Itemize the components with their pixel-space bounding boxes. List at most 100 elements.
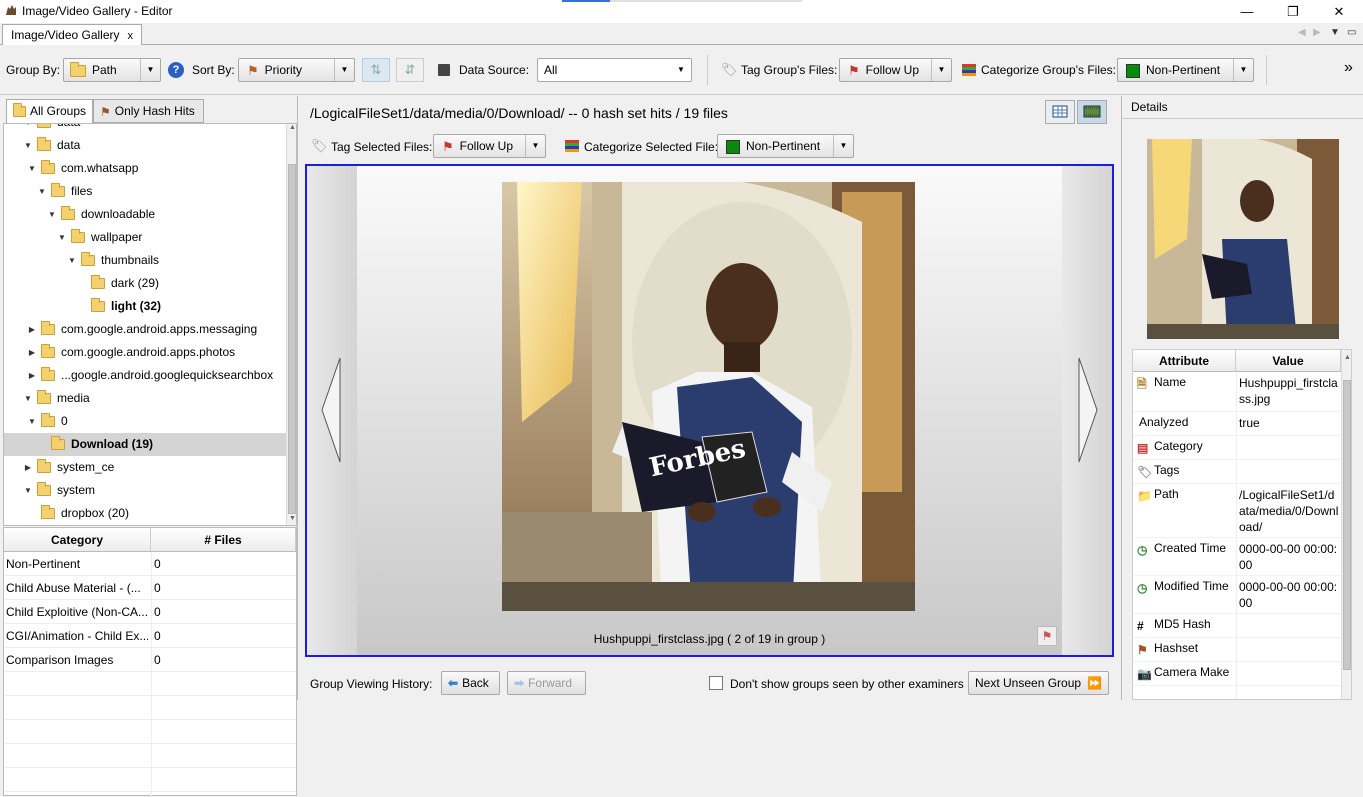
- collapse-toggle-icon[interactable]: ▼: [22, 387, 34, 410]
- tag-icon: 🏷: [311, 138, 328, 153]
- forward-button[interactable]: ➡ Forward: [507, 671, 586, 695]
- category-row[interactable]: Comparison Images 0: [4, 648, 296, 672]
- scroll-up-icon[interactable]: ▲: [289, 124, 296, 131]
- attribute-row[interactable]: # MD5 Hash: [1133, 614, 1341, 638]
- expand-toggle-icon[interactable]: ▶: [26, 364, 38, 387]
- data-source-select[interactable]: All ▼: [537, 58, 692, 82]
- tab-all-groups[interactable]: All Groups: [6, 99, 93, 123]
- tab-only-hash-hits[interactable]: ⚑ Only Hash Hits: [93, 99, 204, 123]
- sort-ascending-button[interactable]: ⇅: [362, 58, 390, 82]
- tree-node[interactable]: light (32): [4, 295, 296, 318]
- attribute-value: 0000-00-00 00:00:00: [1239, 542, 1338, 572]
- attribute-value: Hushpuppi_firstclass.jpg: [1239, 376, 1338, 406]
- collapse-toggle-icon[interactable]: ▼: [22, 124, 34, 134]
- back-button[interactable]: ⬅ Back: [441, 671, 500, 695]
- tree-node[interactable]: ▼ data: [4, 134, 296, 157]
- tree-node[interactable]: dark (29): [4, 272, 296, 295]
- category-row[interactable]: Child Exploitive (Non-CA... 0: [4, 600, 296, 624]
- tree-node[interactable]: ▼ files: [4, 180, 296, 203]
- toolbar-overflow-icon[interactable]: »: [1344, 59, 1353, 77]
- tree-node[interactable]: ▼ 0: [4, 410, 296, 433]
- expand-toggle-icon[interactable]: ▶: [22, 456, 34, 479]
- scroll-down-icon[interactable]: ▼: [289, 515, 296, 522]
- tree-node[interactable]: ▼ com.whatsapp: [4, 157, 296, 180]
- tree-node[interactable]: ▶ com.google.android.apps.messaging: [4, 318, 296, 341]
- file-tag-flag-icon[interactable]: ⚑: [1037, 626, 1057, 646]
- category-row[interactable]: CGI/Animation - Child Ex... 0: [4, 624, 296, 648]
- tree-node-label: files: [71, 184, 93, 198]
- dont-show-checkbox[interactable]: [709, 676, 723, 690]
- category-column-header[interactable]: Category: [4, 528, 151, 552]
- category-row[interactable]: Non-Pertinent 0: [4, 552, 296, 576]
- categorize-group-select[interactable]: Non-Pertinent ▼: [1117, 58, 1254, 82]
- tree-node[interactable]: ▼ thumbnails: [4, 249, 296, 272]
- attribute-row[interactable]: ◷ Modified Time 0000-00-00 00:00:00: [1133, 576, 1341, 614]
- collapse-toggle-icon[interactable]: ▼: [26, 157, 38, 180]
- next-unseen-group-button[interactable]: Next Unseen Group ⏩: [968, 671, 1109, 695]
- collapse-toggle-icon[interactable]: ▼: [56, 226, 68, 249]
- close-button[interactable]: ✕: [1316, 0, 1362, 23]
- tree-node[interactable]: dropbox (20): [4, 502, 296, 525]
- collapse-toggle-icon[interactable]: ▼: [66, 249, 78, 272]
- group-tree[interactable]: ▼ data ▼ data ▼ com.whatsapp ▼ files ▼ downloadab…: [3, 123, 297, 526]
- tab-list-icon[interactable]: ▼: [1330, 27, 1340, 38]
- attribute-row[interactable]: 🗎 Name Hushpuppi_firstclass.jpg: [1133, 372, 1341, 412]
- attribute-row[interactable]: ▤ Category: [1133, 436, 1341, 460]
- folder-icon: [41, 344, 55, 358]
- categorize-selected-select[interactable]: Non-Pertinent ▼: [717, 134, 854, 158]
- value-column-header[interactable]: Value: [1236, 350, 1341, 372]
- expand-toggle-icon[interactable]: ▶: [26, 318, 38, 341]
- tree-node[interactable]: ▼ system: [4, 479, 296, 502]
- tag-selected-select[interactable]: ⚑ Follow Up ▼: [433, 134, 546, 158]
- next-file-button[interactable]: [1062, 166, 1112, 655]
- attribute-row[interactable]: ◷ Created Time 0000-00-00 00:00:00: [1133, 538, 1341, 576]
- category-row[interactable]: Child Abuse Material - (... 0: [4, 576, 296, 600]
- photo-man-reading-forbes[interactable]: Forbes: [502, 182, 915, 611]
- tree-node[interactable]: ▶ ...google.android.googlequicksearchbox: [4, 364, 296, 387]
- folder-icon: [91, 275, 105, 289]
- attribute-row[interactable]: 🏷 Tags: [1133, 460, 1341, 484]
- tab-scroll-right-icon[interactable]: ▶: [1313, 27, 1321, 38]
- attribute-row[interactable]: 📷 Camera Make: [1133, 662, 1341, 686]
- attribute-row[interactable]: ⚑ Hashset: [1133, 638, 1341, 662]
- expand-toggle-icon[interactable]: ▶: [26, 341, 38, 364]
- tree-node[interactable]: Download (19): [4, 433, 296, 456]
- collapse-toggle-icon[interactable]: ▼: [22, 134, 34, 157]
- tree-scrollbar[interactable]: ▲ ▼: [286, 124, 296, 525]
- tab-image-video-gallery[interactable]: Image/Video Gallery x: [2, 24, 143, 45]
- clock-icon: ◷: [1137, 543, 1148, 557]
- file-caption: Hushpuppi_firstclass.jpg ( 2 of 19 in gr…: [593, 632, 826, 646]
- minimize-button[interactable]: —: [1224, 0, 1270, 23]
- help-icon[interactable]: ?: [168, 62, 184, 78]
- tab-close-icon[interactable]: x: [128, 30, 134, 42]
- group-by-select[interactable]: Path ▼: [63, 58, 161, 82]
- attribute-scrollbar[interactable]: ▲: [1341, 350, 1351, 699]
- collapse-toggle-icon[interactable]: ▼: [36, 180, 48, 203]
- slideshow-view-button[interactable]: [1077, 100, 1107, 124]
- attribute-column-header[interactable]: Attribute: [1133, 350, 1236, 372]
- tree-node[interactable]: ▼ wallpaper: [4, 226, 296, 249]
- sort-descending-button[interactable]: ⇵: [396, 58, 424, 82]
- scroll-up-icon[interactable]: ▲: [1344, 354, 1351, 361]
- tab-scroll-left-icon[interactable]: ◀: [1298, 27, 1306, 38]
- tree-scrollbar-thumb[interactable]: [288, 164, 296, 514]
- previous-file-button[interactable]: [307, 166, 357, 655]
- tree-node[interactable]: ▼ media: [4, 387, 296, 410]
- tree-node[interactable]: ▼ downloadable: [4, 203, 296, 226]
- tree-node[interactable]: ▼ data: [4, 124, 296, 134]
- tag-group-select[interactable]: ⚑ Follow Up ▼: [839, 58, 952, 82]
- attribute-scrollbar-thumb[interactable]: [1343, 380, 1351, 670]
- empty-row: [4, 768, 296, 792]
- attribute-row[interactable]: 📁 Path/LogicalFileSet1/data/media/0/Downl…: [1133, 484, 1341, 538]
- collapse-toggle-icon[interactable]: ▼: [46, 203, 58, 226]
- collapse-toggle-icon[interactable]: ▼: [26, 410, 38, 433]
- attribute-row[interactable]: Analyzed true: [1133, 412, 1341, 436]
- tree-node[interactable]: ▶ com.google.android.apps.photos: [4, 341, 296, 364]
- tree-node[interactable]: ▶ system_ce: [4, 456, 296, 479]
- maximize-tab-icon[interactable]: ▭: [1347, 27, 1356, 38]
- files-column-header[interactable]: # Files: [151, 528, 296, 552]
- tile-view-button[interactable]: [1045, 100, 1075, 124]
- sort-by-select[interactable]: ⚑ Priority ▼: [238, 58, 355, 82]
- collapse-toggle-icon[interactable]: ▼: [22, 479, 34, 502]
- restore-button[interactable]: ❐: [1270, 0, 1316, 23]
